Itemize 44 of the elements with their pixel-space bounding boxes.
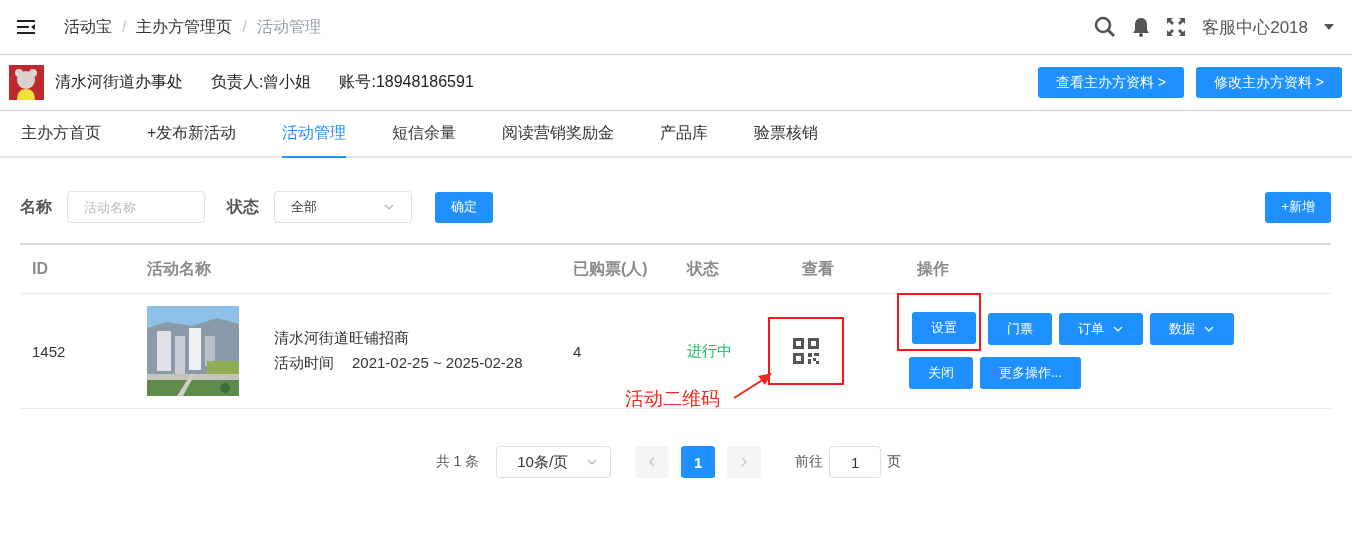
organizer-name: 清水河街道办事处: [55, 72, 183, 92]
qr-code-icon[interactable]: [793, 338, 819, 364]
tab[interactable]: 产品库: [660, 111, 709, 158]
account-number: 账号:18948186591: [339, 72, 474, 92]
page-input[interactable]: 1: [829, 446, 882, 478]
tab[interactable]: 短信余量: [392, 111, 457, 158]
bell-icon[interactable]: [1132, 17, 1151, 37]
fullscreen-icon[interactable]: [1166, 17, 1187, 37]
column-header: 已购票(人): [572, 258, 649, 279]
annotation-label: 活动二维码: [625, 387, 720, 411]
table-cell-text: 4: [572, 342, 583, 360]
status-select[interactable]: 全部: [274, 191, 412, 223]
menu-icon[interactable]: [16, 19, 36, 35]
contact-person: 负责人:曾小姐: [211, 72, 312, 92]
page-suffix: 页: [887, 453, 902, 471]
tab[interactable]: 主办方首页: [21, 111, 101, 158]
goto-label: 前往: [795, 453, 824, 471]
table-cell-text: 1452: [31, 342, 67, 360]
caret-icon[interactable]: [1324, 24, 1334, 30]
column-header: 操作: [915, 258, 950, 279]
time-range: 2021-02-25 ~ 2025-02-28: [352, 354, 523, 373]
tab[interactable]: 验票核销: [754, 111, 819, 158]
arrow-icon: [732, 371, 772, 401]
column-header: ID: [31, 260, 49, 278]
user-menu[interactable]: 客服中心2018: [1202, 15, 1308, 39]
breadcrumb-link[interactable]: 活动宝: [64, 16, 112, 38]
filter-label: 名称: [20, 196, 52, 217]
time-label: 活动时间: [274, 354, 334, 373]
total-count: 共 1 条: [435, 453, 480, 471]
breadcrumb-separator: /: [122, 18, 127, 36]
activity-title: 清水河街道旺铺招商: [274, 329, 410, 348]
page-size-select[interactable]: 10条/页: [496, 446, 612, 478]
column-header: 状态: [685, 258, 720, 279]
breadcrumb-link[interactable]: 主办方管理页: [136, 16, 233, 38]
filter-label: 状态: [227, 196, 259, 217]
column-header: 活动名称: [146, 258, 212, 279]
breadcrumb-separator: /: [242, 18, 247, 36]
tab[interactable]: 阅读营销奖励金: [502, 111, 615, 158]
column-header: 查看: [801, 258, 835, 279]
search-icon[interactable]: [1094, 16, 1117, 38]
avatar: [9, 65, 44, 100]
name-input[interactable]: 活动名称: [67, 191, 205, 223]
status-text: 进行中: [686, 341, 733, 361]
tab[interactable]: +发布新活动: [147, 111, 237, 158]
